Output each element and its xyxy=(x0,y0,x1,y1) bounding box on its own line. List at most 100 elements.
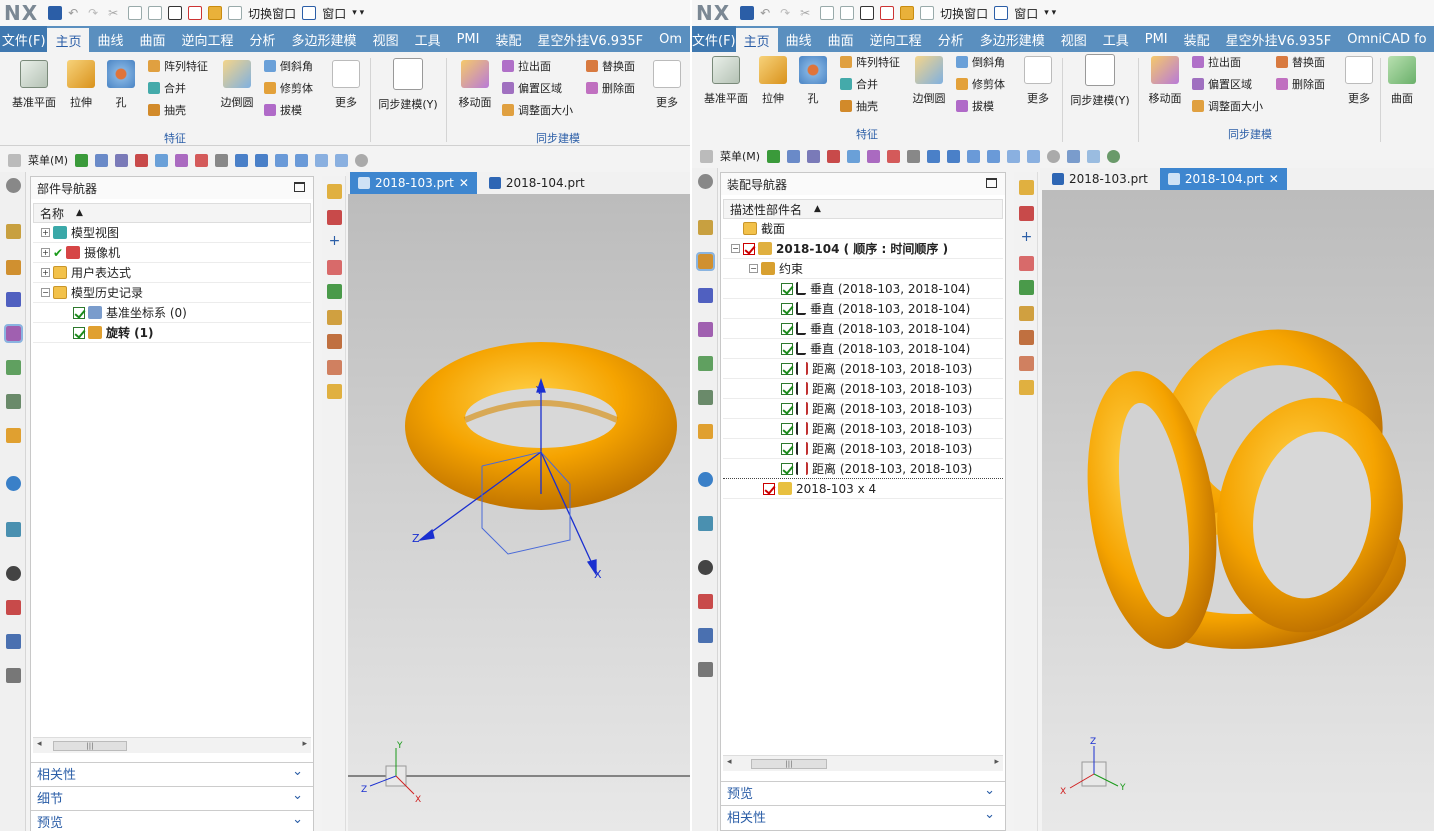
view-front-icon[interactable] xyxy=(927,149,941,163)
reuse-library-icon[interactable] xyxy=(6,360,21,375)
surface-button[interactable]: 曲面 xyxy=(1384,56,1420,106)
rotate-icon[interactable] xyxy=(135,153,149,167)
shell-button[interactable]: 抽壳 xyxy=(840,98,878,114)
sync-modeling-button[interactable]: 同步建模(Y) xyxy=(1068,54,1132,108)
shell-button[interactable]: 抽壳 xyxy=(148,102,186,118)
view-top-icon[interactable] xyxy=(947,149,961,163)
visibility-checkbox[interactable] xyxy=(743,242,755,255)
copy-icon[interactable] xyxy=(820,6,835,20)
view-top-icon[interactable] xyxy=(255,153,269,167)
menu-button[interactable]: 菜单(M) xyxy=(28,152,68,168)
constraint-checkbox[interactable] xyxy=(781,302,793,315)
tab-analysis[interactable]: 分析 xyxy=(930,26,972,52)
tab-polygon-modeling[interactable]: 多边形建模 xyxy=(972,26,1053,52)
tab-pmi[interactable]: PMI xyxy=(1137,26,1176,52)
plus-icon[interactable]: + xyxy=(327,234,342,249)
web-browser-icon[interactable] xyxy=(698,424,713,439)
offset-region-button[interactable]: 偏置区域 xyxy=(502,80,562,96)
offset-region-button[interactable]: 偏置区域 xyxy=(1192,76,1252,92)
render-style-icon[interactable] xyxy=(215,153,229,167)
datum-plane-button[interactable]: 基准平面 xyxy=(6,60,62,110)
history-icon[interactable] xyxy=(6,476,21,491)
window-menu[interactable]: 窗口 xyxy=(322,5,346,22)
tab-2018-104[interactable]: 2018-104.prt ✕ xyxy=(1159,168,1287,190)
constraint-checkbox[interactable] xyxy=(781,282,793,295)
roles-icon[interactable] xyxy=(6,600,21,615)
view-front-icon[interactable] xyxy=(235,153,249,167)
draft-button[interactable]: 拔模 xyxy=(956,98,994,114)
orient-icon[interactable] xyxy=(175,153,189,167)
extrude-button[interactable]: 拉伸 xyxy=(64,60,98,110)
roles-icon[interactable] xyxy=(698,594,713,609)
file-menu-button[interactable]: 文件(F) xyxy=(0,26,48,52)
visibility-checkbox[interactable] xyxy=(763,482,775,495)
tree-row[interactable]: 距离 (2018-103, 2018-103) xyxy=(723,439,1003,459)
tree-row[interactable]: 截面 xyxy=(723,219,1003,239)
constraint-checkbox[interactable] xyxy=(781,442,793,455)
clipping-icon[interactable] xyxy=(327,284,342,299)
tab-view[interactable]: 视图 xyxy=(365,26,407,52)
process-studio-icon[interactable] xyxy=(698,516,713,531)
view-right-icon[interactable] xyxy=(275,153,289,167)
tab-polygon-modeling[interactable]: 多边形建模 xyxy=(284,26,365,52)
repeat-command-icon[interactable] xyxy=(168,6,183,20)
graphics-window[interactable]: Z X Y xyxy=(1042,190,1434,831)
tree-row[interactable]: 垂直 (2018-103, 2018-104) xyxy=(723,319,1003,339)
tab-tools[interactable]: 工具 xyxy=(1095,26,1137,52)
shade-icon[interactable] xyxy=(1047,149,1061,163)
move-face-button[interactable]: 移动面 xyxy=(454,60,496,110)
close-icon[interactable]: ✕ xyxy=(459,176,469,190)
edge-blend-button[interactable]: 边倒圆 xyxy=(216,60,258,110)
zoom-icon[interactable] xyxy=(807,149,821,163)
wcs-icon[interactable] xyxy=(327,184,342,199)
settings-icon[interactable] xyxy=(698,174,713,189)
constraint-navigator-icon[interactable] xyxy=(696,252,715,271)
menu-button[interactable]: 菜单(M) xyxy=(720,148,760,164)
replace-face-button[interactable]: 替换面 xyxy=(1276,54,1325,70)
csys-icon[interactable] xyxy=(1019,256,1034,271)
tree-row[interactable]: 距离 (2018-103, 2018-103) xyxy=(723,399,1003,419)
switch-window-button[interactable]: 切换窗口 xyxy=(248,5,296,22)
view-back-icon[interactable] xyxy=(1007,149,1021,163)
history-navigator-icon[interactable] xyxy=(698,322,713,337)
tab-curve[interactable]: 曲线 xyxy=(778,26,820,52)
scroll-thumb[interactable]: ||| xyxy=(751,759,827,769)
snap-icon[interactable] xyxy=(327,360,342,375)
copy-icon[interactable] xyxy=(128,6,143,20)
tab-omnicad[interactable]: OmniCAD fo xyxy=(1339,26,1434,52)
tab-surface[interactable]: 曲面 xyxy=(132,26,174,52)
move-face-button[interactable]: 移动面 xyxy=(1144,56,1186,106)
resize-face-button[interactable]: 调整面大小 xyxy=(502,102,573,118)
system-scene-icon[interactable] xyxy=(6,634,21,649)
cut-icon[interactable]: ✂ xyxy=(108,6,122,20)
customize-icon[interactable] xyxy=(208,6,223,20)
shade-icon[interactable] xyxy=(355,153,369,167)
tab-analysis[interactable]: 分析 xyxy=(242,26,284,52)
tree-row[interactable]: + 模型视图 xyxy=(33,223,311,243)
column-header-name[interactable]: 描述性部件名 ▲ xyxy=(723,199,1003,219)
tab-reverse-engineering[interactable]: 逆向工程 xyxy=(862,26,930,52)
unite-button[interactable]: 合并 xyxy=(148,80,186,96)
constraint-checkbox[interactable] xyxy=(781,462,793,475)
model-view-four-tori[interactable]: Z X Y xyxy=(1042,190,1434,831)
window-icon[interactable] xyxy=(302,6,317,20)
paste-icon[interactable] xyxy=(148,6,163,20)
visibility-checkbox[interactable] xyxy=(73,306,85,319)
chamfer-button[interactable]: 倒斜角 xyxy=(956,54,1005,70)
reuse-library-icon[interactable] xyxy=(698,356,713,371)
replace-face-button[interactable]: 替换面 xyxy=(586,58,635,74)
info-icon[interactable] xyxy=(327,334,342,349)
tab-curve[interactable]: 曲线 xyxy=(89,26,131,52)
view-left-icon[interactable] xyxy=(1067,149,1081,163)
scroll-right-icon[interactable]: ▸ xyxy=(302,739,307,749)
system-scene-icon[interactable] xyxy=(698,628,713,643)
layer-settings-icon[interactable] xyxy=(1019,206,1034,221)
horizontal-scrollbar[interactable]: ◂ ||| ▸ xyxy=(723,755,1003,771)
collapse-icon[interactable]: − xyxy=(41,288,50,297)
delete-face-button[interactable]: 删除面 xyxy=(586,80,635,96)
tree-row[interactable]: + 用户表达式 xyxy=(33,263,311,283)
snap-icon[interactable] xyxy=(1019,356,1034,371)
process-studio-icon[interactable] xyxy=(6,522,21,537)
tree-row[interactable]: 垂直 (2018-103, 2018-104) xyxy=(723,279,1003,299)
layer-settings-icon[interactable] xyxy=(327,210,342,225)
